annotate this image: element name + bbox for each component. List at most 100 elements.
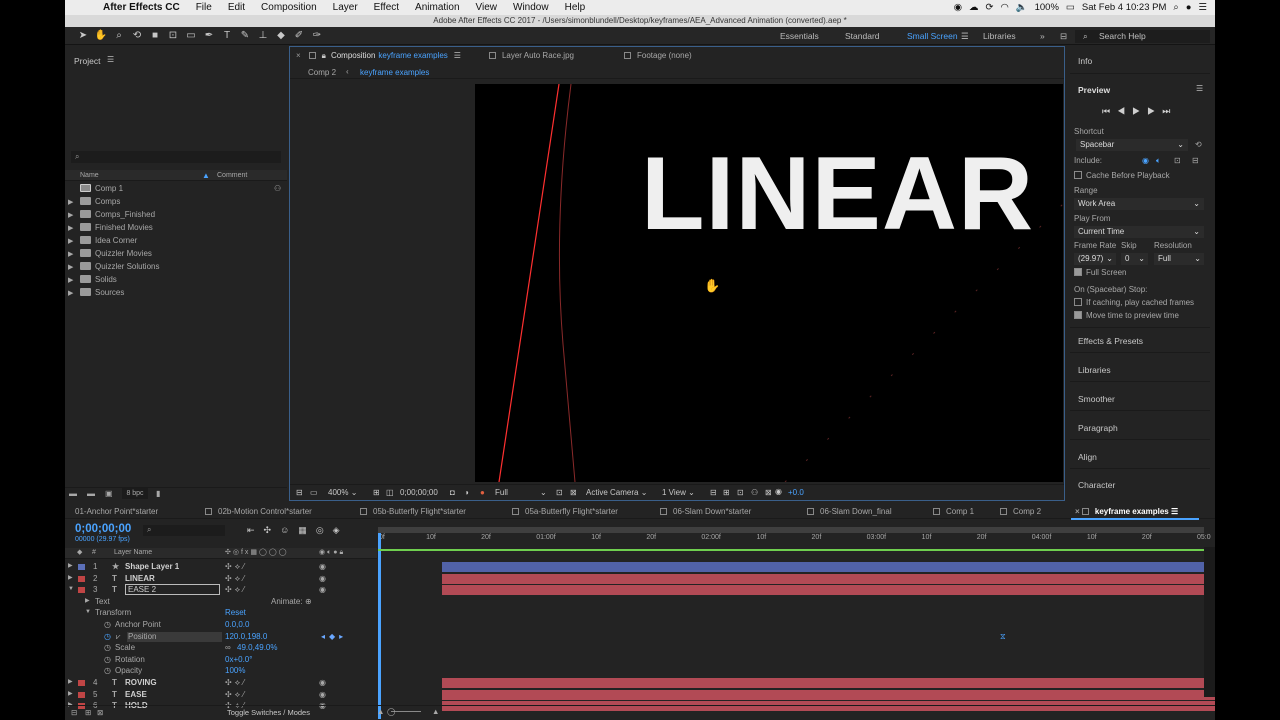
graph-icon[interactable]: ⩗ bbox=[116, 631, 121, 643]
clone-tool-icon[interactable]: ⊥ bbox=[255, 29, 271, 43]
layer-label-color[interactable] bbox=[78, 680, 85, 686]
zoom-tool-icon[interactable]: ⌕ bbox=[111, 29, 127, 43]
viewer-tab-prefix[interactable]: Composition bbox=[331, 51, 375, 60]
property-twirl-icon[interactable]: ▼ bbox=[85, 607, 91, 619]
layer-row[interactable]: ▶ 1 ★ Shape Layer 1 ✣⟡⁄ ◉ bbox=[65, 561, 375, 573]
include-overlays-icon[interactable]: ⊡ bbox=[1174, 156, 1181, 165]
preview-menu-icon[interactable]: ☰ bbox=[1196, 84, 1203, 93]
viewer-timecode[interactable]: 0;00;00;00 bbox=[400, 488, 438, 497]
composition-canvas[interactable]: LINEAR ✋ bbox=[475, 84, 1063, 482]
workspace-standard[interactable]: Standard bbox=[845, 27, 880, 45]
layer-twirl-icon[interactable]: ▶ bbox=[68, 677, 73, 689]
viewer-tab-comp[interactable]: keyframe examples bbox=[378, 51, 447, 60]
layer-row[interactable]: ▶ 5 T EASE ✣⟡⁄ ◉ bbox=[65, 689, 375, 701]
panel-options-icon[interactable]: ⊟ bbox=[1060, 27, 1067, 45]
project-item[interactable]: Comp 1 ⚇ bbox=[65, 182, 287, 195]
project-item[interactable]: ▶ Sources bbox=[65, 286, 287, 299]
layer-switches[interactable]: ✣⟡⁄ bbox=[225, 689, 247, 701]
character-panel[interactable]: Character bbox=[1078, 480, 1115, 490]
timeline-tab[interactable]: 01-Anchor Point*starter bbox=[75, 507, 158, 516]
visibility-eye-icon[interactable]: ◉ bbox=[319, 584, 326, 596]
include-video-icon[interactable]: ◉ bbox=[1142, 156, 1149, 165]
notification-center-icon[interactable]: ☰ bbox=[1198, 2, 1207, 13]
cache-before-playback[interactable]: Cache Before Playback bbox=[1074, 171, 1170, 180]
zoom-slider-thumb[interactable]: ◯ bbox=[387, 707, 395, 716]
eraser-tool-icon[interactable]: ◆ bbox=[273, 29, 289, 43]
col-comment[interactable]: Comment bbox=[217, 172, 247, 179]
project-item[interactable]: ▶ Quizzler Movies bbox=[65, 247, 287, 260]
layer-name[interactable]: Shape Layer 1 bbox=[125, 561, 179, 573]
search-help-input[interactable]: ⌕ Search Help bbox=[1075, 30, 1210, 43]
effects-presets-panel[interactable]: Effects & Presets bbox=[1078, 336, 1143, 346]
toggle-pixel-aspect-icon[interactable]: ⊟ bbox=[710, 488, 717, 497]
timeline-search-input[interactable]: ⌕ bbox=[143, 525, 225, 536]
animate-add-icon[interactable]: ⊕ bbox=[305, 596, 312, 608]
close-tab-icon[interactable]: × bbox=[296, 51, 301, 60]
project-item[interactable]: ▶ Comps bbox=[65, 195, 287, 208]
menu-composition[interactable]: Composition bbox=[253, 2, 325, 13]
new-folder-icon[interactable]: ▬ bbox=[87, 489, 95, 498]
resolution-dropdown[interactable]: Full ⌄ bbox=[1154, 253, 1204, 265]
toggle-switches-modes[interactable]: Toggle Switches / Modes bbox=[227, 708, 310, 717]
motion-blur-icon[interactable]: ◎ bbox=[316, 525, 333, 535]
stopwatch-icon[interactable]: ◷ bbox=[104, 665, 111, 677]
zoom-slider-track[interactable] bbox=[391, 711, 421, 712]
draft-3d-icon[interactable]: ✣ bbox=[264, 525, 281, 535]
external-video-icon[interactable]: ⊟ bbox=[1192, 156, 1199, 165]
crumb-current[interactable]: keyframe examples bbox=[360, 68, 429, 77]
show-snapshot-icon[interactable]: ◑ bbox=[464, 488, 469, 497]
wifi-icon[interactable]: ◠ bbox=[1000, 2, 1008, 13]
roto-brush-icon[interactable]: ✐ bbox=[291, 29, 307, 43]
stopwatch-icon[interactable]: ◷ bbox=[104, 619, 111, 631]
current-time-indicator[interactable] bbox=[378, 533, 381, 719]
menu-animation[interactable]: Animation bbox=[407, 2, 467, 13]
project-item[interactable]: ▶ Solids bbox=[65, 273, 287, 286]
workspace-overflow-icon[interactable]: » bbox=[1040, 27, 1045, 45]
zoom-out-icon[interactable]: ▲ bbox=[377, 707, 384, 716]
stopwatch-icon[interactable]: ◷ bbox=[104, 642, 111, 654]
property-row[interactable]: ◷ Anchor Point 0.0,0.0 bbox=[65, 619, 375, 631]
exposure-icon[interactable]: ◉ bbox=[775, 487, 782, 496]
trash-icon[interactable]: ▮ bbox=[156, 489, 160, 498]
play-from-dropdown[interactable]: Current Time ⌄ bbox=[1074, 226, 1204, 238]
menu-file[interactable]: File bbox=[188, 2, 220, 13]
animate-label[interactable]: Animate: bbox=[271, 596, 303, 608]
shape-tool-icon[interactable]: ▭ bbox=[183, 29, 199, 43]
new-comp-icon[interactable]: ▣ bbox=[105, 489, 113, 498]
range-dropdown[interactable]: Work Area ⌄ bbox=[1074, 198, 1204, 210]
work-area-bar[interactable] bbox=[378, 527, 1204, 533]
camera-tool-icon[interactable]: ■ bbox=[147, 29, 163, 43]
layer-name[interactable]: EASE bbox=[125, 689, 147, 701]
region-of-interest-icon[interactable]: ⊡ bbox=[556, 488, 563, 497]
visibility-eye-icon[interactable]: ◉ bbox=[319, 689, 326, 701]
siri-icon[interactable]: ● bbox=[1186, 2, 1192, 13]
project-item[interactable]: ▶ Finished Movies bbox=[65, 221, 287, 234]
layer-switches[interactable]: ✣⟡⁄ bbox=[225, 677, 247, 689]
rotate-tool-icon[interactable]: ⟲ bbox=[129, 29, 145, 43]
menu-help[interactable]: Help bbox=[557, 2, 594, 13]
stopwatch-icon[interactable]: ◷ bbox=[104, 654, 111, 666]
visibility-eye-icon[interactable]: ◉ bbox=[319, 573, 326, 585]
timeline-tab[interactable]: 05b-Butterfly Flight*starter bbox=[360, 507, 466, 516]
layer-name[interactable]: EASE 2 bbox=[125, 584, 220, 596]
always-preview-icon[interactable]: ⊟ bbox=[296, 488, 303, 497]
menu-layer[interactable]: Layer bbox=[325, 2, 366, 13]
frame-blending-icon[interactable]: ▦ bbox=[298, 525, 316, 535]
keyframe-navigator[interactable]: ◂◆▸ bbox=[321, 631, 347, 643]
keyframe-marker[interactable]: ⧖ bbox=[1000, 631, 1006, 643]
layer-twirl-icon[interactable]: ▶ bbox=[68, 689, 73, 701]
layer-switches[interactable]: ✣⟡⁄ bbox=[225, 584, 247, 596]
hand-tool-icon[interactable]: ✋ bbox=[93, 29, 109, 43]
next-frame-icon[interactable]: ▶ bbox=[1147, 106, 1162, 116]
mask-visibility-icon[interactable]: ◫ bbox=[386, 488, 394, 497]
close-tab-icon[interactable]: × bbox=[1075, 507, 1082, 516]
property-value[interactable]: 100% bbox=[225, 665, 245, 677]
panel-menu-icon[interactable]: ☰ bbox=[107, 55, 114, 64]
exposure-value[interactable]: +0.0 bbox=[788, 488, 804, 497]
type-tool-icon[interactable]: T bbox=[219, 29, 235, 43]
interpret-footage-icon[interactable]: ▬ bbox=[69, 489, 77, 498]
layer-label-color[interactable] bbox=[78, 575, 85, 582]
menu-edit[interactable]: Edit bbox=[220, 2, 253, 13]
volume-icon[interactable]: 🔈 bbox=[1016, 2, 1028, 13]
layer-switches[interactable]: ✣⟡⁄ bbox=[225, 573, 247, 585]
